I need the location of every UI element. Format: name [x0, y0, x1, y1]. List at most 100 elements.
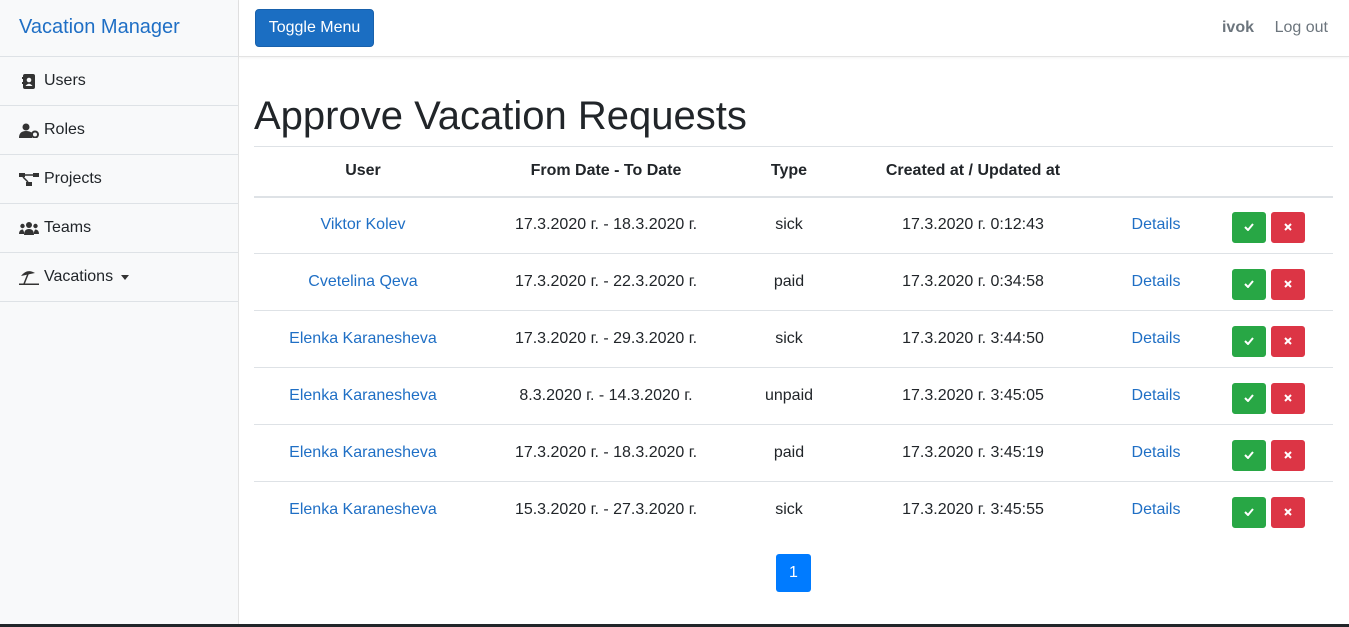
reject-button[interactable] [1271, 496, 1305, 528]
cell-created: 17.3.2020 г. 0:12:43 [838, 196, 1108, 254]
top-navbar: Toggle Menu ivok Log out [239, 0, 1349, 57]
user-link[interactable]: Elenka Karanesheva [289, 444, 437, 461]
close-icon [1284, 451, 1292, 459]
details-link[interactable]: Details [1132, 444, 1181, 461]
cell-actions [1204, 310, 1333, 368]
sidebar-item-label: Vacations [44, 268, 114, 285]
sidebar-item-label: Projects [44, 170, 102, 187]
user-link[interactable]: Cvetelina Qeva [308, 273, 417, 290]
row-actions [1204, 322, 1333, 357]
sidebar-item-users[interactable]: Users [0, 57, 238, 106]
sidebar-item-projects[interactable]: Projects [0, 155, 238, 204]
check-icon [1244, 508, 1254, 517]
approve-button[interactable] [1232, 382, 1266, 414]
check-icon [1244, 394, 1254, 402]
sidebar-item-teams[interactable]: Teams [0, 204, 238, 253]
sidebar-item-vacations[interactable]: Vacations [0, 253, 238, 302]
cell-actions [1204, 196, 1333, 254]
table-header-row: User From Date - To Date Type Created at… [254, 146, 1333, 198]
reject-button[interactable] [1271, 211, 1305, 243]
row-actions [1204, 379, 1333, 414]
column-header-details [1108, 146, 1204, 198]
cell-actions [1204, 367, 1333, 425]
cell-details: Details [1108, 367, 1204, 425]
vacation-requests-table: User From Date - To Date Type Created at… [254, 146, 1333, 539]
details-link[interactable]: Details [1132, 387, 1181, 404]
close-icon [1284, 223, 1292, 231]
cell-user: Cvetelina Qeva [254, 253, 472, 311]
reject-button[interactable] [1271, 268, 1305, 300]
details-link[interactable]: Details [1132, 273, 1181, 290]
current-user[interactable]: ivok [1222, 19, 1254, 37]
caret-down-icon [121, 274, 130, 280]
user-cog-icon [19, 122, 39, 138]
row-actions [1204, 208, 1333, 243]
toggle-menu-button[interactable]: Toggle Menu [255, 9, 374, 47]
logout-link[interactable]: Log out [1275, 19, 1328, 37]
approve-button[interactable] [1232, 268, 1266, 300]
check-icon [1244, 280, 1254, 288]
cell-user: Viktor Kolev [254, 196, 472, 254]
cell-type: sick [740, 196, 838, 254]
cell-dates: 17.3.2020 г. - 18.3.2020 г. [472, 424, 740, 482]
cell-dates: 8.3.2020 г. - 14.3.2020 г. [472, 367, 740, 425]
column-header-type: Type [740, 146, 838, 198]
user-link[interactable]: Viktor Kolev [320, 216, 405, 233]
close-icon [1284, 508, 1292, 516]
reject-button[interactable] [1271, 382, 1305, 414]
reject-button[interactable] [1271, 439, 1305, 471]
check-icon [1244, 223, 1254, 232]
reject-button[interactable] [1271, 325, 1305, 357]
cell-details: Details [1108, 196, 1204, 254]
details-link[interactable]: Details [1132, 501, 1181, 518]
table-row: Elenka Karanesheva 15.3.2020 г. - 27.3.20… [254, 482, 1333, 539]
check-icon [1244, 451, 1254, 459]
cell-user: Elenka Karanesheva [254, 424, 472, 482]
sidebar-item-roles[interactable]: Roles [0, 106, 238, 155]
cell-details: Details [1108, 253, 1204, 311]
page-title: Approve Vacation Requests [254, 94, 747, 138]
user-link[interactable]: Elenka Karanesheva [289, 501, 437, 518]
cell-created: 17.3.2020 г. 3:44:50 [838, 310, 1108, 368]
cell-type: sick [740, 310, 838, 368]
table-row: Viktor Kolev 17.3.2020 г. - 18.3.2020 г. s… [254, 196, 1333, 254]
sidebar-item-label: Teams [44, 219, 92, 236]
user-link[interactable]: Elenka Karanesheva [289, 330, 437, 347]
approve-button[interactable] [1232, 496, 1266, 528]
user-link[interactable]: Elenka Karanesheva [289, 387, 437, 404]
cell-details: Details [1108, 424, 1204, 482]
cell-user: Elenka Karanesheva [254, 482, 472, 539]
row-actions [1204, 436, 1333, 471]
column-header-actions [1204, 146, 1333, 198]
cell-type: paid [740, 253, 838, 311]
details-link[interactable]: Details [1132, 216, 1181, 233]
cell-dates: 15.3.2020 г. - 27.3.2020 г. [514, 501, 698, 519]
address-card-icon [19, 73, 39, 89]
users-icon [19, 220, 39, 236]
table-row: Elenka Karanesheva 17.3.2020 г. - 29.3.20… [254, 310, 1333, 368]
sidebar-item-label: Users [44, 72, 86, 89]
table-row: Elenka Karanesheva 8.3.2020 г. - 14.3.202… [254, 367, 1333, 425]
pagination-page-1[interactable]: 1 [776, 554, 811, 592]
cell-dates: 17.3.2020 г. - 22.3.2020 г. [472, 253, 740, 311]
details-link[interactable]: Details [1132, 330, 1181, 347]
cell-dates: 17.3.2020 г. - 29.3.2020 г. [472, 310, 740, 368]
umbrella-beach-icon [19, 269, 39, 285]
approve-button[interactable] [1232, 211, 1266, 243]
cell-dates: 17.3.2020 г. - 18.3.2020 г. [472, 196, 740, 254]
cell-type: paid [740, 424, 838, 482]
cell-actions [1204, 253, 1333, 311]
approve-button[interactable] [1232, 325, 1266, 357]
cell-type: unpaid [740, 367, 838, 425]
cell-user: Elenka Karanesheva [254, 367, 472, 425]
column-header-dates: From Date - To Date [472, 146, 740, 198]
row-actions [1204, 265, 1333, 300]
table-row: Elenka Karanesheva 17.3.2020 г. - 18.3.20… [254, 424, 1333, 482]
approve-button[interactable] [1232, 439, 1266, 471]
cell-details: Details [1108, 310, 1204, 368]
cell-actions [1204, 424, 1333, 482]
row-actions [1204, 493, 1333, 528]
brand-title[interactable]: Vacation Manager [0, 0, 238, 57]
sidebar-item-label: Roles [44, 121, 85, 138]
close-icon [1284, 337, 1292, 345]
